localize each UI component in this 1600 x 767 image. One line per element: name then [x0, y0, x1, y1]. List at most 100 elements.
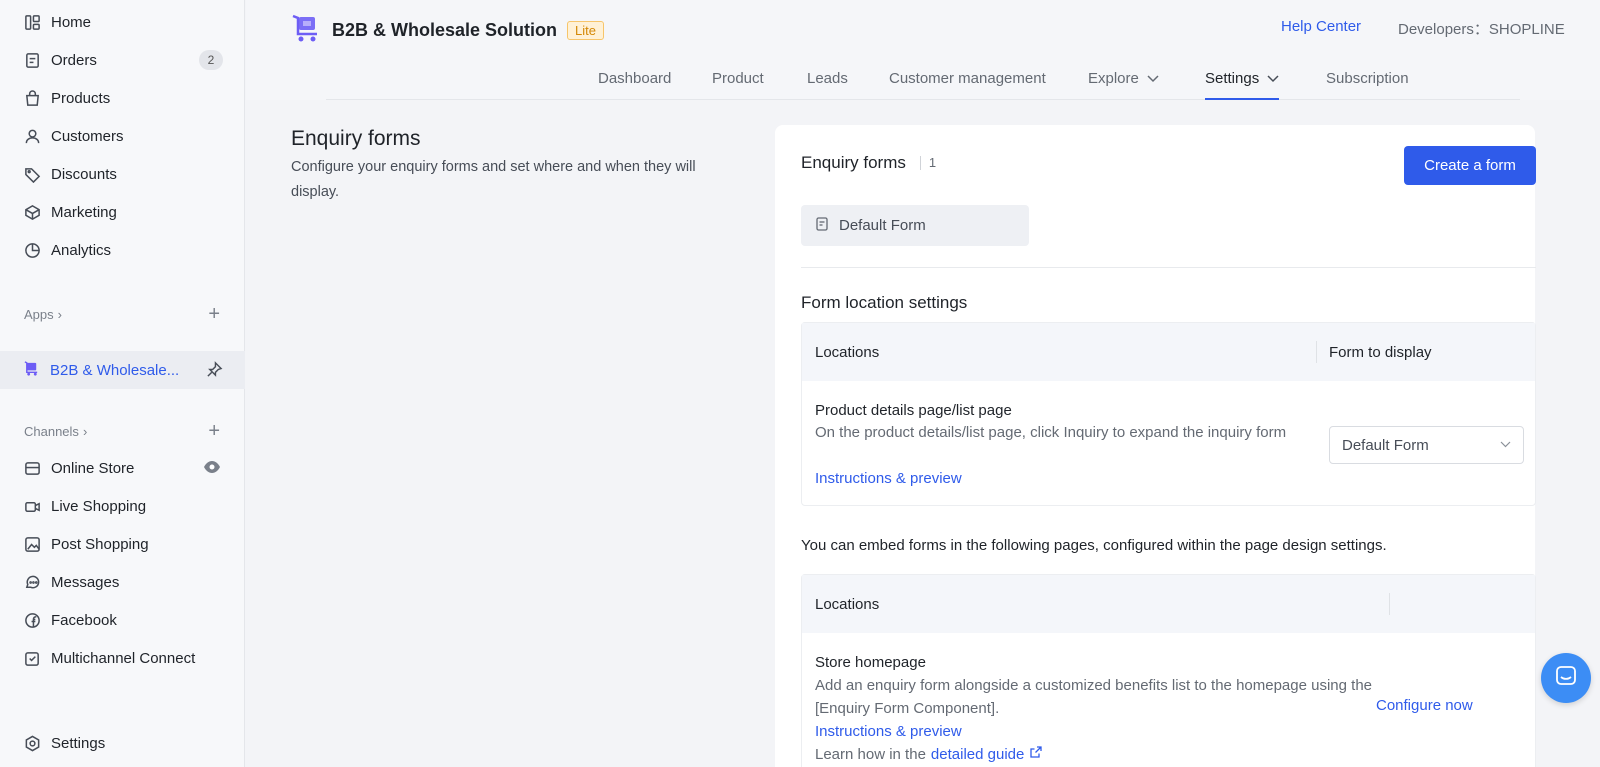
sidebar-item-label: Online Store	[51, 459, 135, 477]
page-title: Enquiry forms	[291, 127, 421, 150]
tag-icon	[23, 165, 41, 183]
sidebar-item-messages[interactable]: Messages	[0, 563, 245, 601]
sidebar-item-label: Discounts	[51, 165, 117, 183]
active-tab-indicator	[1205, 98, 1280, 100]
plan-badge: Lite	[567, 21, 604, 40]
sidebar-item-marketing[interactable]: Marketing	[0, 193, 245, 231]
apps-label: Apps	[24, 307, 54, 322]
tab-bar: Dashboard Product Leads Customer managem…	[326, 62, 1520, 100]
pin-icon[interactable]	[206, 361, 223, 382]
tab-label: Customer management	[889, 70, 1046, 87]
tab-product[interactable]: Product	[712, 70, 764, 87]
apps-section-label[interactable]: Apps ›	[24, 307, 62, 322]
create-form-button[interactable]: Create a form	[1404, 146, 1536, 185]
developer-info: Developers：SHOPLINE	[1398, 21, 1565, 38]
sidebar-item-customers[interactable]: Customers	[0, 117, 245, 155]
chevron-down-icon	[1267, 70, 1279, 87]
tab-label: Explore	[1088, 70, 1139, 87]
sidebar-item-settings[interactable]: Settings	[0, 724, 245, 762]
chevron-down-icon	[1147, 70, 1159, 87]
sidebar-item-discounts[interactable]: Discounts	[0, 155, 245, 193]
add-channel-button[interactable]: +	[208, 421, 220, 441]
form-location-title: Form location settings	[801, 293, 968, 312]
tab-settings[interactable]: Settings	[1205, 70, 1280, 100]
sidebar-item-live-shopping[interactable]: Live Shopping	[0, 487, 245, 525]
orders-icon	[23, 51, 41, 69]
tab-dashboard[interactable]: Dashboard	[598, 70, 671, 87]
messages-icon	[23, 573, 41, 591]
sidebar-item-multichannel[interactable]: Multichannel Connect	[0, 639, 245, 677]
configure-now-link[interactable]: Configure now	[1376, 697, 1473, 714]
form-chip-label: Default Form	[839, 217, 926, 234]
chevron-right-icon: ›	[82, 424, 88, 439]
sidebar: Home Orders 2 Products Customers Discoun…	[0, 0, 245, 767]
help-center-link[interactable]: Help Center	[1281, 18, 1361, 35]
analytics-icon	[23, 241, 41, 259]
form-select-value: Default Form	[1342, 436, 1429, 454]
eye-icon[interactable]	[203, 460, 221, 478]
b2b-app-icon	[23, 360, 40, 381]
customers-icon	[23, 127, 41, 145]
gear-icon	[23, 734, 41, 752]
detailed-guide-link[interactable]: detailed guide	[931, 746, 1024, 763]
sidebar-item-orders[interactable]: Orders 2	[0, 41, 245, 79]
video-icon	[23, 497, 41, 515]
sidebar-item-label: Customers	[51, 127, 124, 145]
form-select[interactable]: Default Form	[1329, 426, 1524, 464]
tab-subscription[interactable]: Subscription	[1326, 70, 1409, 87]
marketing-icon	[23, 203, 41, 221]
home-icon	[23, 13, 41, 31]
sidebar-item-label: Messages	[51, 573, 120, 591]
sidebar-item-label: Post Shopping	[51, 535, 149, 553]
card-header: Enquiry forms 1	[801, 153, 936, 173]
row-description: Add an enquiry form alongside a customiz…	[815, 677, 1373, 717]
channels-section-label[interactable]: Channels ›	[24, 424, 87, 439]
tab-label: Settings	[1205, 70, 1260, 87]
default-form-item[interactable]: Default Form	[801, 205, 1029, 246]
tab-label: Dashboard	[598, 70, 672, 87]
column-divider	[1316, 341, 1317, 363]
learn-more-line: Learn how in the detailed guide	[815, 745, 1043, 763]
embed-info-text: You can embed forms in the following pag…	[801, 537, 1387, 554]
sidebar-item-analytics[interactable]: Analytics	[0, 231, 245, 269]
sidebar-item-online-store[interactable]: Online Store	[0, 449, 245, 487]
column-header-locations: Locations	[815, 595, 880, 613]
page-description: Configure your enquiry forms and set whe…	[291, 159, 696, 200]
column-header-form-to-display: Form to display	[1329, 343, 1432, 361]
location-table: Locations Form to display Product detail…	[801, 322, 1536, 506]
sidebar-item-label: Analytics	[51, 241, 112, 259]
tab-label: Subscription	[1326, 70, 1409, 87]
sidebar-item-label: Multichannel Connect	[51, 649, 196, 667]
tab-label: Leads	[807, 70, 848, 87]
channels-label: Channels	[24, 424, 79, 439]
instructions-preview-link[interactable]: Instructions & preview	[815, 723, 962, 740]
tab-label: Product	[712, 70, 764, 87]
post-icon	[23, 535, 41, 553]
embed-location-table: Locations Store homepage Add an enquiry …	[801, 574, 1536, 767]
sidebar-item-post-shopping[interactable]: Post Shopping	[0, 525, 245, 563]
tab-leads[interactable]: Leads	[807, 70, 848, 87]
divider	[801, 267, 1536, 268]
facebook-icon	[23, 611, 41, 629]
add-app-button[interactable]: +	[208, 304, 220, 324]
sidebar-item-home[interactable]: Home	[0, 3, 245, 41]
chevron-right-icon: ›	[57, 307, 62, 322]
row-title: Product details page/list page	[815, 402, 1012, 419]
products-icon	[23, 89, 41, 107]
tab-explore[interactable]: Explore	[1088, 70, 1159, 87]
tab-customer-management[interactable]: Customer management	[889, 70, 1046, 87]
sidebar-item-products[interactable]: Products	[0, 79, 245, 117]
app-header: B2B & Wholesale Solution Lite Help Cente…	[246, 0, 1600, 100]
sidebar-item-facebook[interactable]: Facebook	[0, 601, 245, 639]
external-link-icon[interactable]	[1029, 745, 1043, 763]
chat-support-button[interactable]	[1541, 653, 1591, 703]
table-header: Locations	[802, 575, 1535, 633]
sidebar-item-label: B2B & Wholesale...	[50, 361, 180, 379]
sidebar-item-label: Home	[51, 13, 92, 31]
form-icon	[815, 216, 839, 235]
learn-prefix: Learn how in the	[815, 745, 926, 763]
instructions-preview-link[interactable]: Instructions & preview	[815, 470, 962, 487]
sidebar-item-b2b-app[interactable]: B2B & Wholesale...	[0, 351, 245, 389]
sidebar-item-label: Products	[51, 89, 111, 107]
b2b-logo-icon	[290, 12, 322, 49]
